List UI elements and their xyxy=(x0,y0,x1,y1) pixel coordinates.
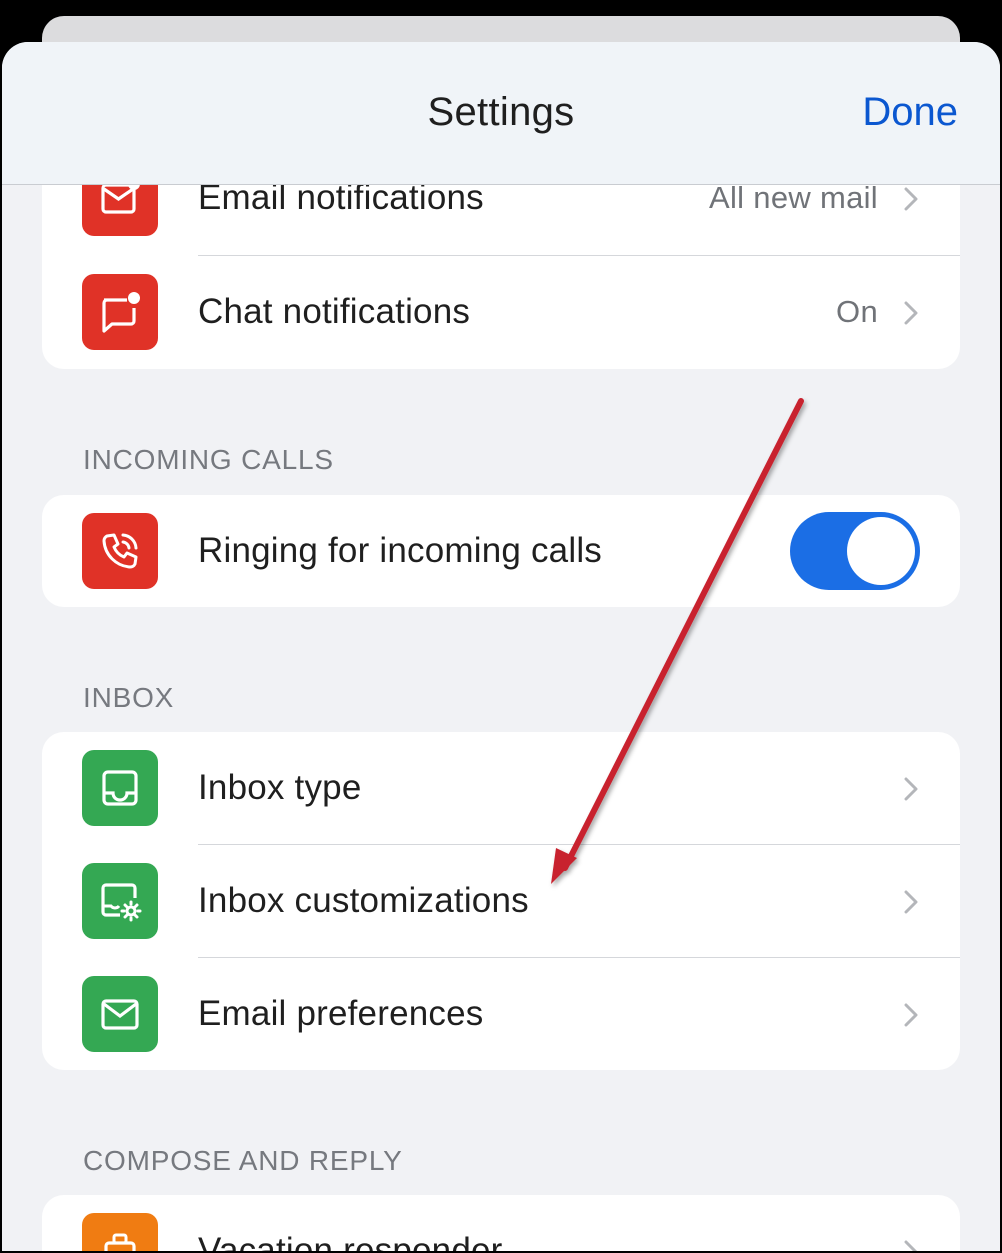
navigation-bar: Settings Done xyxy=(2,42,1000,185)
vacation-responder-label: Vacation responder xyxy=(198,1231,503,1251)
email-preferences-row[interactable]: Email preferences xyxy=(42,958,960,1070)
envelope-icon xyxy=(82,976,158,1052)
inbox-customizations-row[interactable]: Inbox customizations xyxy=(42,845,960,958)
chat-notifications-row[interactable]: Chat notifications On xyxy=(42,256,960,369)
compose-reply-section-header: COMPOSE AND REPLY xyxy=(83,1145,403,1176)
incoming-calls-card: Ringing for incoming calls xyxy=(42,495,960,607)
page-title: Settings xyxy=(427,90,575,134)
inbox-tray-icon xyxy=(82,750,158,826)
chat-notifications-value: On xyxy=(836,294,878,329)
ringing-row: Ringing for incoming calls xyxy=(42,495,960,607)
toggle-knob xyxy=(847,517,915,585)
vacation-responder-row[interactable]: Vacation responder xyxy=(42,1195,960,1251)
email-notifications-value: All new mail xyxy=(709,180,878,215)
chevron-right-icon xyxy=(904,1003,918,1027)
done-button[interactable]: Done xyxy=(862,90,958,135)
compose-reply-card: Vacation responder xyxy=(42,1195,960,1251)
settings-sheet: Email notifications All new mail Chat no… xyxy=(2,42,1000,1251)
inbox-card: Inbox type Inbox customizations Email pr… xyxy=(42,732,960,1070)
inbox-type-label: Inbox type xyxy=(198,768,362,807)
chat-notifications-label: Chat notifications xyxy=(198,292,471,331)
chevron-right-icon xyxy=(904,187,918,211)
ringing-label: Ringing for incoming calls xyxy=(198,531,602,570)
chevron-right-icon xyxy=(904,1240,918,1251)
inbox-settings-icon xyxy=(82,863,158,939)
chevron-right-icon xyxy=(904,890,918,914)
phone-ringing-icon xyxy=(82,513,158,589)
ringing-toggle[interactable] xyxy=(790,512,920,590)
chevron-right-icon xyxy=(904,777,918,801)
chevron-right-icon xyxy=(904,301,918,325)
inbox-customizations-label: Inbox customizations xyxy=(198,881,529,920)
email-preferences-label: Email preferences xyxy=(198,994,484,1033)
incoming-calls-section-header: INCOMING CALLS xyxy=(83,444,334,475)
inbox-section-header: INBOX xyxy=(83,682,175,713)
suitcase-icon xyxy=(82,1213,158,1251)
chat-notification-icon xyxy=(82,274,158,350)
inbox-type-row[interactable]: Inbox type xyxy=(42,732,960,845)
